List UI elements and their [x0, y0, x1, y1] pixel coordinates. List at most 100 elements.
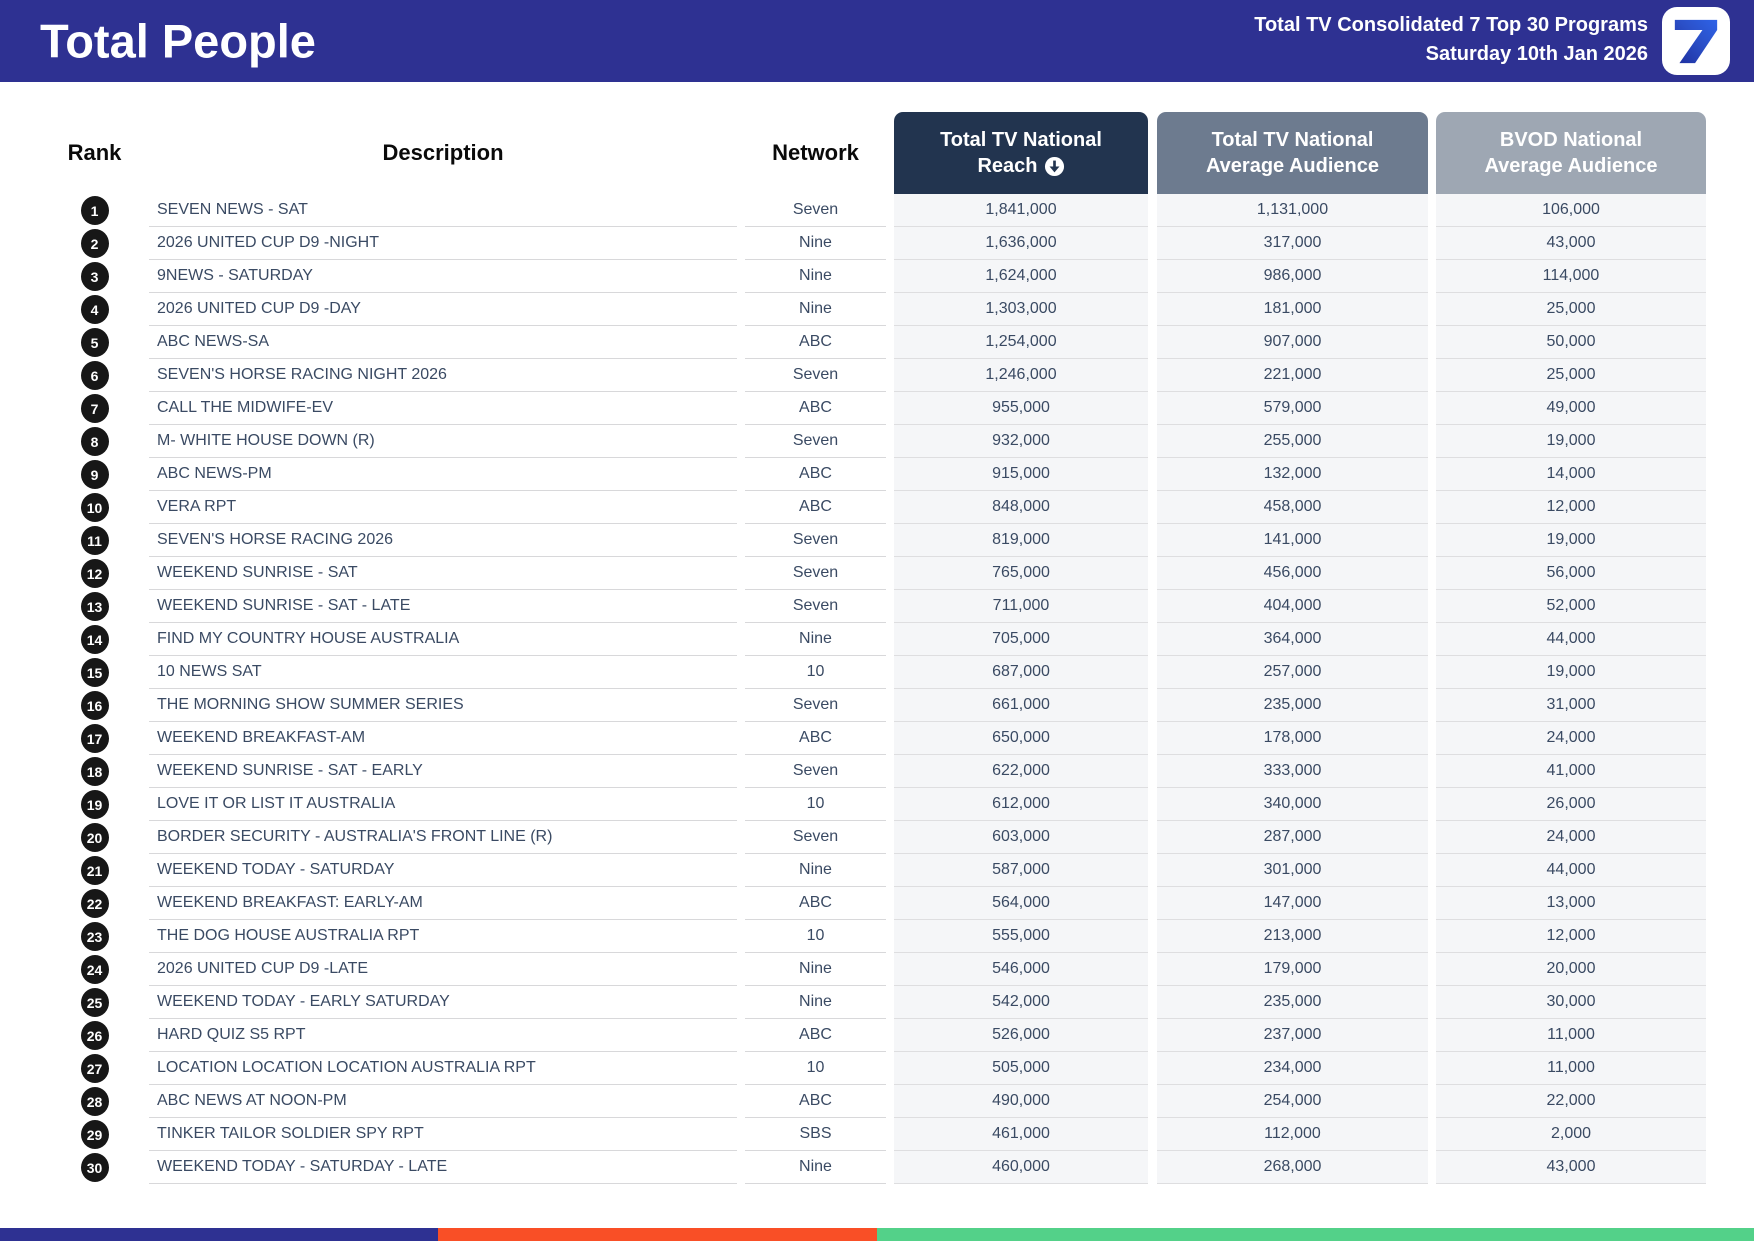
rank-badge: 5 [80, 328, 109, 357]
network-name: SBS [745, 1118, 886, 1151]
bvod-avg-audience-value: 44,000 [1436, 854, 1706, 887]
reach-value: 603,000 [894, 821, 1148, 854]
table-row: 26 HARD QUIZ S5 RPT ABC 526,000 237,000 … [0, 1019, 1754, 1052]
rank-badge: 7 [80, 394, 109, 423]
tv-avg-audience-value: 317,000 [1157, 227, 1428, 260]
rank-cell: 20 [40, 821, 149, 854]
table-row: 27 LOCATION LOCATION LOCATION AUSTRALIA … [0, 1052, 1754, 1085]
table-row: 5 ABC NEWS-SA ABC 1,254,000 907,000 50,0… [0, 326, 1754, 359]
bvod-avg-audience-value: 50,000 [1436, 326, 1706, 359]
program-description: LOCATION LOCATION LOCATION AUSTRALIA RPT [149, 1052, 737, 1085]
table-row: 1 SEVEN NEWS - SAT Seven 1,841,000 1,131… [0, 194, 1754, 227]
program-description: THE MORNING SHOW SUMMER SERIES [149, 689, 737, 722]
tv-avg-audience-value: 237,000 [1157, 1019, 1428, 1052]
tv-avg-audience-value: 235,000 [1157, 986, 1428, 1019]
rank-cell: 2 [40, 227, 149, 260]
rank-badge: 21 [80, 856, 109, 885]
table-row: 18 WEEKEND SUNRISE - SAT - EARLY Seven 6… [0, 755, 1754, 788]
program-description: SEVEN NEWS - SAT [149, 194, 737, 227]
reach-value: 705,000 [894, 623, 1148, 656]
reach-value: 1,841,000 [894, 194, 1148, 227]
network-name: Seven [745, 425, 886, 458]
reach-value: 661,000 [894, 689, 1148, 722]
network-name: Seven [745, 821, 886, 854]
reach-value: 461,000 [894, 1118, 1148, 1151]
rank-badge: 27 [80, 1054, 109, 1083]
rank-cell: 17 [40, 722, 149, 755]
reach-value: 587,000 [894, 854, 1148, 887]
table-row: 3 9NEWS - SATURDAY Nine 1,624,000 986,00… [0, 260, 1754, 293]
rank-badge: 26 [80, 1021, 109, 1050]
program-description: 2026 UNITED CUP D9 -DAY [149, 293, 737, 326]
rank-badge: 14 [80, 625, 109, 654]
program-description: WEEKEND SUNRISE - SAT - LATE [149, 590, 737, 623]
rank-badge: 29 [80, 1120, 109, 1149]
network-name: ABC [745, 722, 886, 755]
reach-value: 955,000 [894, 392, 1148, 425]
column-header-total-tv-avg-audience[interactable]: Total TV National Average Audience [1157, 112, 1428, 194]
rank-cell: 26 [40, 1019, 149, 1052]
bvod-avg-audience-value: 12,000 [1436, 491, 1706, 524]
network-name: Nine [745, 293, 886, 326]
reach-value: 1,624,000 [894, 260, 1148, 293]
column-header-bvod-avg-audience[interactable]: BVOD National Average Audience [1436, 112, 1706, 194]
bvod-avg-audience-value: 25,000 [1436, 293, 1706, 326]
table-row: 24 2026 UNITED CUP D9 -LATE Nine 546,000… [0, 953, 1754, 986]
sort-descending-icon[interactable] [1044, 156, 1065, 177]
rank-cell: 25 [40, 986, 149, 1019]
column-header-total-tv-reach[interactable]: Total TV National Reach [894, 112, 1148, 194]
table-row: 11 SEVEN'S HORSE RACING 2026 Seven 819,0… [0, 524, 1754, 557]
table-row: 13 WEEKEND SUNRISE - SAT - LATE Seven 71… [0, 590, 1754, 623]
bvod-avg-audience-value: 30,000 [1436, 986, 1706, 1019]
program-description: CALL THE MIDWIFE-EV [149, 392, 737, 425]
bvod-avg-audience-value: 11,000 [1436, 1019, 1706, 1052]
tv-avg-audience-value: 456,000 [1157, 557, 1428, 590]
network-name: Seven [745, 689, 886, 722]
rank-badge: 24 [80, 955, 109, 984]
bvod-avg-audience-value: 22,000 [1436, 1085, 1706, 1118]
bvod-avg-audience-value: 114,000 [1436, 260, 1706, 293]
reach-value: 612,000 [894, 788, 1148, 821]
program-description: ABC NEWS-SA [149, 326, 737, 359]
report-page: Total People Total TV Consolidated 7 Top… [0, 0, 1754, 1241]
network-name: Nine [745, 1151, 886, 1184]
network-name: ABC [745, 458, 886, 491]
tv-avg-audience-value: 235,000 [1157, 689, 1428, 722]
rank-badge: 19 [80, 790, 109, 819]
rank-badge: 16 [80, 691, 109, 720]
bvod-avg-audience-value: 43,000 [1436, 1151, 1706, 1184]
tv-avg-header-label: Total TV National Average Audience [1205, 129, 1380, 177]
tv-avg-audience-value: 301,000 [1157, 854, 1428, 887]
seven-7-icon [1674, 19, 1718, 64]
reach-value: 1,246,000 [894, 359, 1148, 392]
rank-cell: 4 [40, 293, 149, 326]
tv-avg-audience-value: 458,000 [1157, 491, 1428, 524]
rank-badge: 22 [80, 889, 109, 918]
program-description: BORDER SECURITY - AUSTRALIA'S FRONT LINE… [149, 821, 737, 854]
program-description: M- WHITE HOUSE DOWN (R) [149, 425, 737, 458]
tv-avg-audience-value: 147,000 [1157, 887, 1428, 920]
network-name: 10 [745, 788, 886, 821]
reach-value: 765,000 [894, 557, 1148, 590]
rank-badge: 11 [80, 526, 109, 555]
program-description: WEEKEND BREAKFAST: EARLY-AM [149, 887, 737, 920]
rank-badge: 2 [80, 229, 109, 258]
program-description: VERA RPT [149, 491, 737, 524]
bvod-avg-audience-value: 44,000 [1436, 623, 1706, 656]
bvod-avg-audience-value: 43,000 [1436, 227, 1706, 260]
table-row: 20 BORDER SECURITY - AUSTRALIA'S FRONT L… [0, 821, 1754, 854]
rank-badge: 10 [80, 493, 109, 522]
rank-badge: 4 [80, 295, 109, 324]
tv-avg-audience-value: 333,000 [1157, 755, 1428, 788]
tv-avg-audience-value: 340,000 [1157, 788, 1428, 821]
reach-value: 1,636,000 [894, 227, 1148, 260]
tv-avg-audience-value: 579,000 [1157, 392, 1428, 425]
program-description: WEEKEND TODAY - EARLY SATURDAY [149, 986, 737, 1019]
reach-value: 555,000 [894, 920, 1148, 953]
tv-avg-audience-value: 257,000 [1157, 656, 1428, 689]
tv-avg-audience-value: 287,000 [1157, 821, 1428, 854]
rank-badge: 12 [80, 559, 109, 588]
bvod-avg-audience-value: 106,000 [1436, 194, 1706, 227]
reach-value: 848,000 [894, 491, 1148, 524]
program-description: 2026 UNITED CUP D9 -NIGHT [149, 227, 737, 260]
